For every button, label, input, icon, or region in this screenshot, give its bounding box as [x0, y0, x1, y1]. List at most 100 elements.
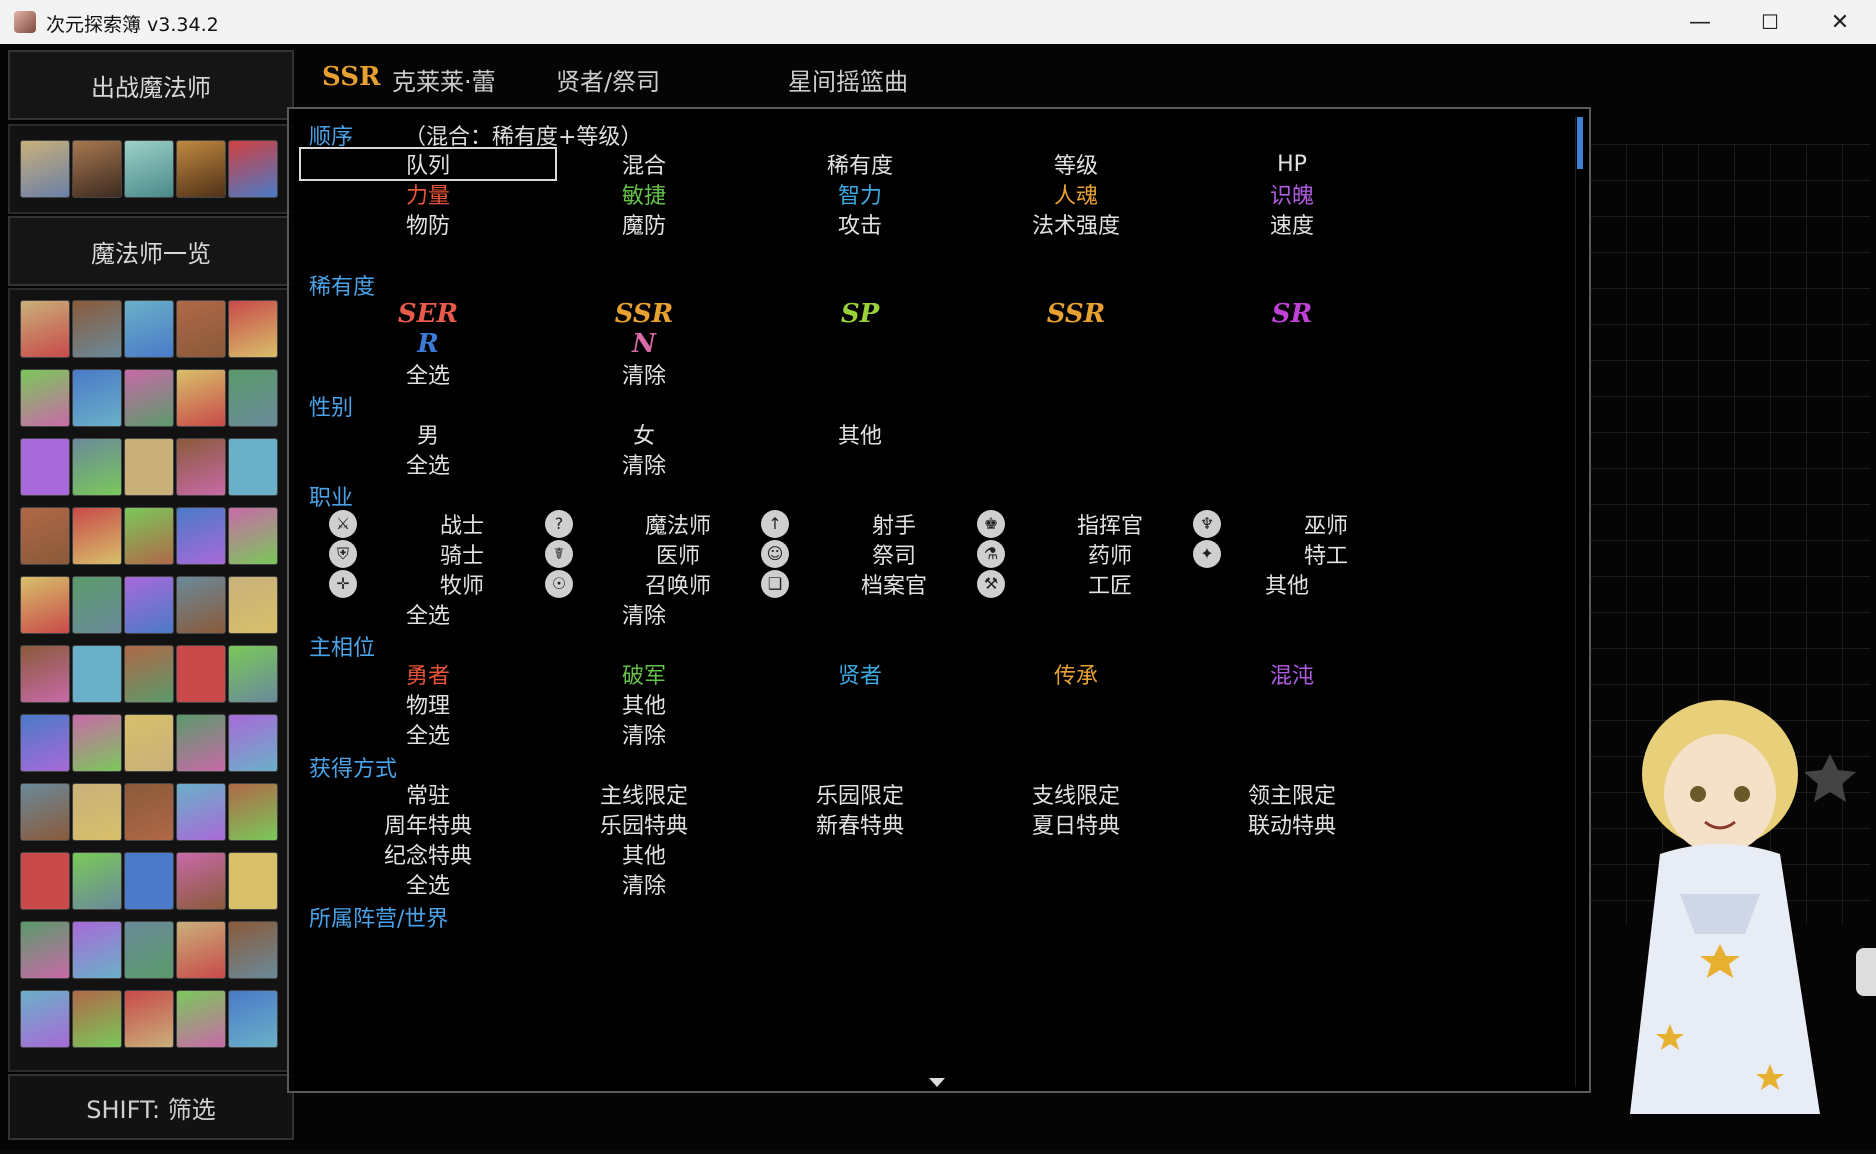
roster-portrait[interactable] [124, 852, 174, 910]
roster-portrait[interactable] [176, 507, 226, 565]
party-portrait[interactable] [228, 140, 278, 198]
roster-portrait[interactable] [72, 921, 122, 979]
obtain-clear-button[interactable]: 清除 [515, 867, 773, 901]
job-option[interactable]: 其他 [1163, 567, 1421, 601]
char-song: 星间摇篮曲 [788, 68, 908, 96]
roster-portrait[interactable] [176, 852, 226, 910]
roster-portrait[interactable] [124, 921, 174, 979]
roster-portrait[interactable] [72, 852, 122, 910]
minimize-button[interactable]: — [1665, 0, 1735, 44]
phase-option[interactable]: 混沌 [1163, 657, 1421, 691]
party-portraits [8, 124, 294, 214]
rarity-option[interactable]: SR [1163, 297, 1421, 331]
roster-portrait[interactable] [228, 990, 278, 1048]
roster-portrait[interactable] [124, 369, 174, 427]
roster-portrait[interactable] [20, 507, 70, 565]
mage-list-header[interactable]: 魔法师一览 [8, 216, 294, 286]
roster-portrait[interactable] [20, 783, 70, 841]
job-class-icon: ⛨ [329, 540, 357, 568]
scrollbar-thumb[interactable] [1577, 117, 1583, 169]
window-title: 次元探索簿 v3.34.2 [46, 14, 219, 36]
maximize-button[interactable]: ☐ [1735, 0, 1805, 44]
roster-portrait[interactable] [72, 714, 122, 772]
obtain-option[interactable]: 领主限定 [1163, 777, 1421, 811]
phase-clear-button[interactable]: 清除 [515, 717, 773, 751]
roster-portrait[interactable] [124, 783, 174, 841]
roster-portrait[interactable] [124, 438, 174, 496]
party-portrait[interactable] [20, 140, 70, 198]
title-bar: 次元探索簿 v3.34.2 — ☐ ✕ [0, 0, 1876, 45]
side-drawer-handle[interactable] [1856, 948, 1876, 996]
order-option[interactable]: HP [1163, 147, 1421, 181]
roster-portrait[interactable] [124, 300, 174, 358]
roster-portrait[interactable] [228, 852, 278, 910]
roster-portrait[interactable] [20, 714, 70, 772]
obtain-option[interactable]: 其他 [515, 837, 773, 871]
roster-portrait[interactable] [124, 645, 174, 703]
roster-portrait[interactable] [20, 300, 70, 358]
roster-portrait[interactable] [228, 783, 278, 841]
scroll-down-icon[interactable] [929, 1078, 945, 1087]
roster-portrait[interactable] [176, 714, 226, 772]
close-button[interactable]: ✕ [1805, 0, 1875, 44]
roster-portrait[interactable] [176, 369, 226, 427]
roster-portrait[interactable] [72, 369, 122, 427]
roster-portrait[interactable] [228, 507, 278, 565]
roster-portrait[interactable] [72, 576, 122, 634]
roster-portrait[interactable] [72, 783, 122, 841]
roster-portrait[interactable] [228, 714, 278, 772]
roster-portrait[interactable] [176, 645, 226, 703]
job-class-icon: ↑ [761, 510, 789, 538]
roster-portrait[interactable] [228, 438, 278, 496]
job-class-icon: ♆ [1193, 510, 1221, 538]
roster-portrait[interactable] [228, 300, 278, 358]
job-clear-button[interactable]: 清除 [515, 597, 773, 631]
roster-portrait[interactable] [228, 576, 278, 634]
order-option[interactable]: 识魄 [1163, 177, 1421, 211]
roster-portrait[interactable] [72, 300, 122, 358]
roster-portrait[interactable] [124, 714, 174, 772]
roster-portrait[interactable] [176, 783, 226, 841]
char-name: 克莱莱·蕾 [392, 68, 496, 96]
roster-portrait[interactable] [20, 438, 70, 496]
roster-portrait[interactable] [124, 990, 174, 1048]
roster-portrait[interactable] [20, 576, 70, 634]
camp-section-title: 所属阵营/世界 [309, 907, 449, 932]
roster-portrait[interactable] [72, 438, 122, 496]
phase-option[interactable]: 其他 [515, 687, 773, 721]
rarity-clear-button[interactable]: 清除 [515, 357, 773, 391]
job-option[interactable]: ✦ 特工 [1163, 537, 1421, 571]
gender-option[interactable]: 其他 [731, 417, 989, 451]
party-header[interactable]: 出战魔法师 [8, 50, 294, 120]
roster-portrait[interactable] [124, 507, 174, 565]
roster-portrait[interactable] [176, 438, 226, 496]
roster-portrait[interactable] [176, 576, 226, 634]
mage-roster[interactable] [8, 288, 294, 1072]
roster-portrait[interactable] [228, 921, 278, 979]
rarity-option[interactable]: N [515, 327, 773, 361]
job-option[interactable]: ♆ 巫师 [1163, 507, 1421, 541]
gender-clear-button[interactable]: 清除 [515, 447, 773, 481]
roster-portrait[interactable] [20, 852, 70, 910]
roster-portrait[interactable] [72, 990, 122, 1048]
roster-portrait[interactable] [176, 990, 226, 1048]
order-option[interactable]: 速度 [1163, 207, 1421, 241]
party-portrait[interactable] [124, 140, 174, 198]
roster-portrait[interactable] [176, 921, 226, 979]
obtain-option[interactable]: 联动特典 [1163, 807, 1421, 841]
roster-portrait[interactable] [176, 300, 226, 358]
app-icon [14, 11, 36, 33]
roster-portrait[interactable] [20, 645, 70, 703]
roster-portrait[interactable] [72, 507, 122, 565]
roster-portrait[interactable] [228, 369, 278, 427]
roster-portrait[interactable] [228, 645, 278, 703]
roster-portrait[interactable] [20, 369, 70, 427]
job-class-icon: ? [545, 510, 573, 538]
roster-portrait[interactable] [124, 576, 174, 634]
roster-portrait[interactable] [72, 645, 122, 703]
roster-portrait[interactable] [20, 921, 70, 979]
roster-portrait[interactable] [20, 990, 70, 1048]
party-portrait[interactable] [176, 140, 226, 198]
party-portrait[interactable] [72, 140, 122, 198]
char-job-line: 贤者/祭司 [556, 68, 661, 96]
